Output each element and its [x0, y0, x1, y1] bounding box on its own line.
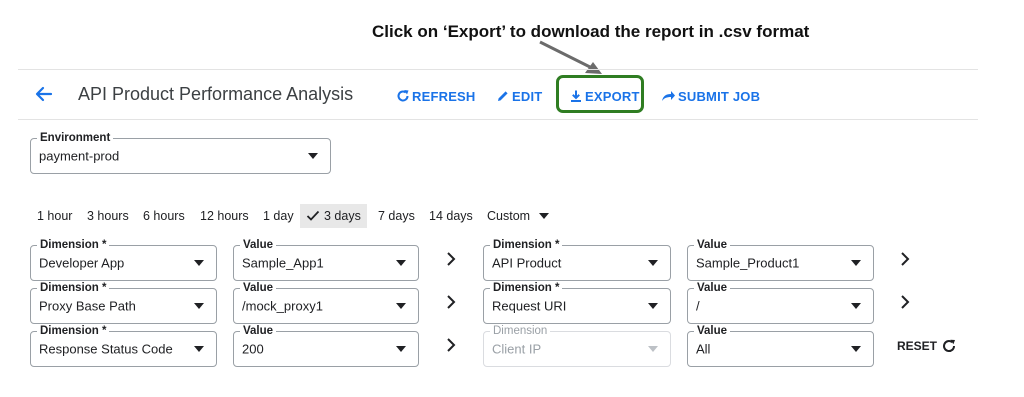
environment-select[interactable]: Environment payment-prod: [30, 131, 331, 174]
dimension-label: Dimension *: [490, 238, 563, 252]
dimension-label: Dimension: [490, 324, 551, 338]
dropdown-caret-icon: [851, 346, 861, 352]
submit-icon: [662, 91, 675, 101]
dimension-value: Request URI: [492, 298, 567, 314]
range-label: 6 hours: [143, 209, 185, 223]
chevron-right-icon[interactable]: [444, 250, 458, 268]
reset-icon: [943, 339, 956, 352]
dropdown-caret-icon: [648, 260, 658, 266]
range-custom[interactable]: Custom: [487, 204, 550, 228]
dropdown-caret-icon: [851, 260, 861, 266]
dropdown-caret-icon: [194, 260, 204, 266]
dimension-value: Proxy Base Path: [39, 298, 136, 314]
range-12-hours[interactable]: 12 hours: [200, 204, 249, 228]
value-label: Value: [240, 281, 277, 295]
header-divider: [18, 119, 978, 120]
dropdown-caret-icon: [539, 213, 550, 219]
submit-job-button[interactable]: SUBMIT JOB: [660, 86, 760, 106]
submit-job-label: SUBMIT JOB: [678, 88, 761, 104]
dropdown-caret-icon: [396, 260, 406, 266]
dimension-value: API Product: [492, 255, 562, 271]
dimension-label: Dimension *: [37, 281, 110, 295]
refresh-icon: [397, 90, 409, 102]
range-14-days[interactable]: 14 days: [429, 204, 473, 228]
value-select[interactable]: Value /: [687, 281, 874, 324]
value-select[interactable]: Value 200: [233, 324, 419, 367]
range-6-hours[interactable]: 6 hours: [143, 204, 185, 228]
top-divider: [18, 69, 978, 70]
range-1-day[interactable]: 1 day: [263, 204, 294, 228]
value-value: Sample_Product1: [696, 255, 800, 271]
range-label: 3 days: [324, 209, 361, 223]
range-label: 14 days: [429, 209, 473, 223]
value-value: All: [696, 341, 711, 357]
dimension-select[interactable]: Dimension * Developer App: [30, 238, 217, 281]
value-select[interactable]: Value Sample_Product1: [687, 238, 874, 281]
dimension-select[interactable]: Dimension * Response Status Code: [30, 324, 217, 367]
dropdown-caret-icon: [308, 153, 318, 159]
dropdown-caret-icon: [648, 303, 658, 309]
value-value: /mock_proxy1: [242, 298, 323, 314]
export-highlight-box: [556, 75, 644, 113]
back-button[interactable]: [34, 84, 54, 109]
range-label: 1 hour: [37, 209, 73, 223]
reset-label: RESET: [897, 339, 938, 353]
range-3-days[interactable]: 3 days: [300, 204, 367, 228]
annotation-text: Click on ‘Export’ to download the report…: [372, 22, 810, 41]
dropdown-caret-icon: [194, 303, 204, 309]
dimension-label: Dimension *: [490, 281, 563, 295]
dropdown-caret-icon: [396, 303, 406, 309]
check-icon: [306, 210, 320, 221]
range-label: 7 days: [378, 209, 415, 223]
edit-icon: [498, 91, 508, 101]
dropdown-caret-icon: [194, 346, 204, 352]
value-label: Value: [694, 324, 731, 338]
value-label: Value: [694, 238, 731, 252]
value-select[interactable]: Value All: [687, 324, 874, 367]
dimension-select[interactable]: Dimension * Proxy Base Path: [30, 281, 217, 324]
range-label: 12 hours: [200, 209, 249, 223]
dropdown-caret-icon: [851, 303, 861, 309]
dimension-select[interactable]: Dimension * API Product: [483, 238, 671, 281]
range-1-hour[interactable]: 1 hour: [37, 204, 72, 228]
chevron-right-icon[interactable]: [898, 293, 912, 311]
range-7-days[interactable]: 7 days: [378, 204, 415, 228]
environment-value: payment-prod: [39, 148, 120, 164]
value-label: Value: [240, 324, 277, 338]
edit-button[interactable]: EDIT: [496, 86, 542, 106]
value-value: 200: [242, 341, 264, 357]
dimension-label: Dimension *: [37, 238, 110, 252]
value-select[interactable]: Value /mock_proxy1: [233, 281, 419, 324]
refresh-button[interactable]: REFRESH: [396, 86, 476, 106]
value-label: Value: [240, 238, 277, 252]
dropdown-caret-icon: [396, 346, 406, 352]
value-select[interactable]: Value Sample_App1: [233, 238, 419, 281]
dimension-value: Response Status Code: [39, 341, 173, 357]
edit-label: EDIT: [512, 88, 543, 104]
range-label: 1 day: [263, 209, 294, 223]
reset-button[interactable]: RESET: [897, 338, 957, 354]
dimension-select[interactable]: Dimension * Request URI: [483, 281, 671, 324]
range-3-hours[interactable]: 3 hours: [87, 204, 129, 228]
value-label: Value: [694, 281, 731, 295]
chevron-right-icon[interactable]: [444, 336, 458, 354]
back-arrow-icon: [35, 86, 53, 102]
dimension-select-disabled: Dimension Client IP: [483, 324, 671, 367]
range-label: Custom: [487, 209, 531, 223]
chevron-right-icon[interactable]: [444, 293, 458, 311]
refresh-label: REFRESH: [412, 88, 476, 104]
range-label: 3 hours: [87, 209, 129, 223]
chevron-right-icon[interactable]: [898, 250, 912, 268]
value-value: Sample_App1: [242, 255, 324, 271]
dimension-label: Dimension *: [37, 324, 110, 338]
dimension-value: Developer App: [39, 255, 125, 271]
dimension-value: Client IP: [492, 341, 542, 357]
environment-label: Environment: [37, 131, 114, 145]
page-title: API Product Performance Analysis: [78, 84, 354, 104]
value-value: /: [696, 298, 700, 314]
dropdown-caret-icon: [648, 346, 658, 352]
